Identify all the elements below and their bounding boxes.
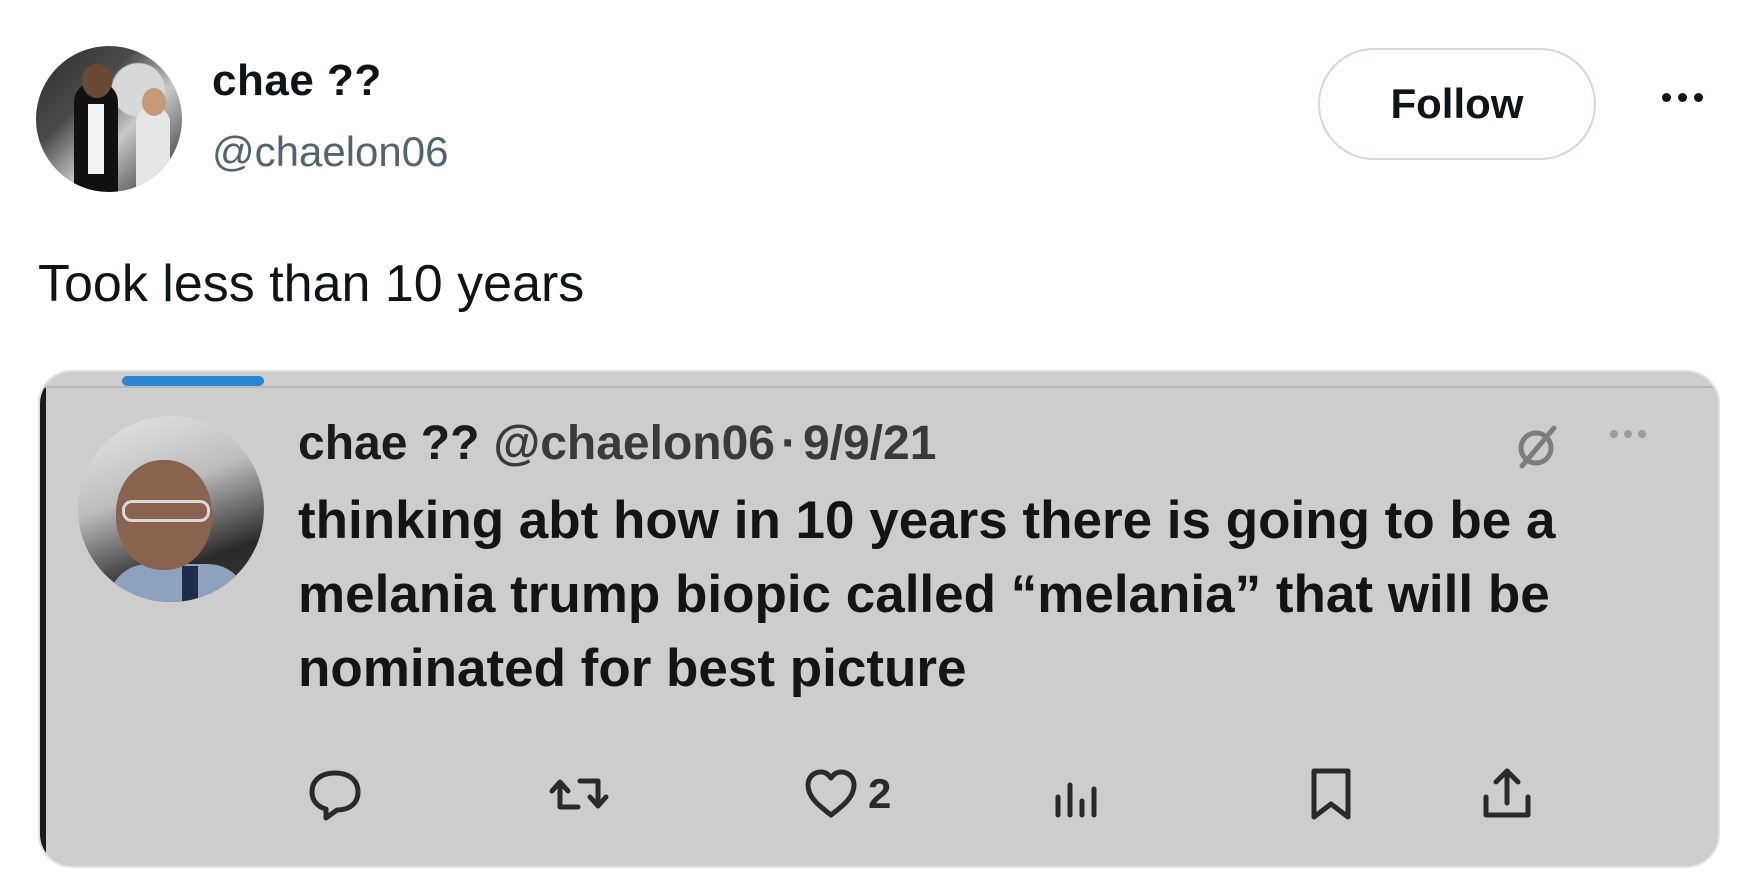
avatar-figure: [142, 88, 166, 116]
avatar-figure: [122, 500, 210, 522]
reply-icon: [309, 770, 361, 821]
share-icon: [1483, 768, 1531, 818]
card-divider: [40, 386, 1718, 388]
header-separator: ·: [780, 417, 797, 470]
more-options-icon[interactable]: [1652, 82, 1712, 112]
tab-indicator: [122, 376, 264, 386]
quoted-date[interactable]: 9/9/21: [803, 417, 936, 470]
bookmark-button[interactable]: [1300, 758, 1362, 830]
quoted-author-avatar[interactable]: [78, 416, 264, 602]
author-name[interactable]: chae ??: [212, 56, 382, 106]
avatar-figure: [82, 64, 112, 98]
avatar-figure: [108, 564, 248, 602]
author-avatar[interactable]: [36, 46, 182, 192]
quoted-action-bar: 2: [298, 758, 1698, 830]
card-edge: [40, 372, 46, 866]
heart-icon: [805, 769, 857, 818]
avatar-figure: [182, 566, 198, 602]
author-handle[interactable]: @chaelon06: [212, 128, 448, 176]
repost-icon: [549, 778, 609, 810]
avatar-figure: [88, 104, 104, 174]
quoted-text: thinking abt how in 10 years there is go…: [298, 491, 1556, 698]
avatar-figure: [136, 108, 170, 192]
quoted-header: chae ?? @chaelon06 · 9/9/21: [298, 416, 936, 471]
bookmark-icon: [1311, 768, 1351, 820]
quoted-author-name[interactable]: chae ??: [298, 417, 479, 470]
like-button[interactable]: 2: [800, 758, 891, 830]
xai-grok-icon[interactable]: [1510, 420, 1564, 474]
views-button[interactable]: [1046, 758, 1108, 830]
follow-button[interactable]: Follow: [1318, 48, 1596, 160]
quoted-more-icon[interactable]: [1610, 430, 1646, 438]
post-text: Took less than 10 years: [38, 255, 585, 313]
repost-button[interactable]: [548, 758, 610, 830]
quoted-author-handle[interactable]: @chaelon06: [493, 417, 775, 470]
reply-button[interactable]: [304, 758, 366, 830]
share-button[interactable]: [1476, 758, 1538, 830]
quoted-tweet-card[interactable]: chae ?? @chaelon06 · 9/9/21 thinking abt ho…: [38, 370, 1720, 868]
views-icon: [1055, 782, 1097, 818]
like-count: 2: [868, 770, 892, 817]
